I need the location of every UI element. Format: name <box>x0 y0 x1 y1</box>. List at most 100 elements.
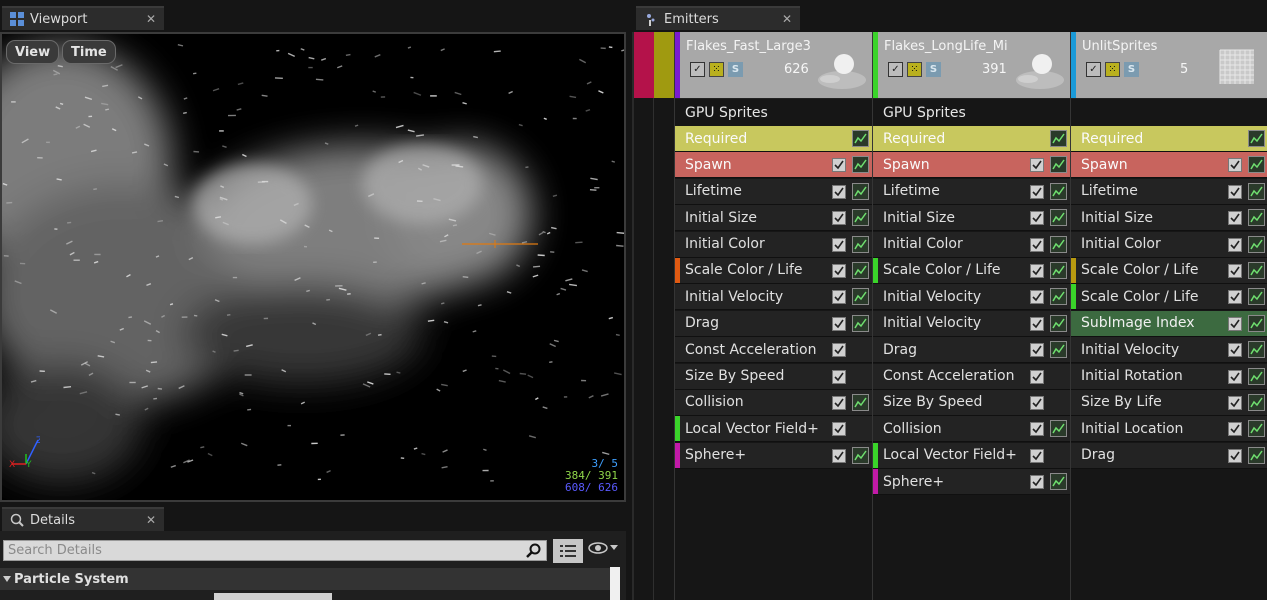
close-icon[interactable]: ✕ <box>782 12 792 26</box>
module-enable-checkbox[interactable] <box>1030 422 1044 437</box>
module-row[interactable]: Collision <box>873 416 1070 443</box>
module-row[interactable]: Local Vector Field+ <box>675 416 872 443</box>
curve-editor-icon[interactable] <box>852 393 869 411</box>
emitter-header[interactable]: Flakes_Fast_Large3 ✓ ⁙ S 626 <box>675 32 872 98</box>
module-row[interactable]: Sphere+ <box>873 469 1070 496</box>
curve-editor-icon[interactable] <box>1248 156 1265 174</box>
tab-viewport[interactable]: Viewport ✕ <box>2 6 164 30</box>
module-enable-checkbox[interactable] <box>1228 395 1242 410</box>
solo-icon[interactable]: ⁙ <box>907 62 922 77</box>
emitter-header[interactable]: Flakes_LongLife_Mi ✓ ⁙ S 391 <box>873 32 1070 98</box>
module-row[interactable]: Spawn <box>873 152 1070 179</box>
module-enable-checkbox[interactable] <box>1030 369 1044 384</box>
curve-editor-icon[interactable] <box>1248 420 1265 438</box>
curve-editor-icon[interactable] <box>1248 182 1265 200</box>
module-enable-checkbox[interactable] <box>1030 158 1044 173</box>
emitter-type-data[interactable]: GPU Sprites <box>873 98 1070 126</box>
module-row[interactable]: Scale Color / Life <box>675 257 872 284</box>
module-enable-checkbox[interactable] <box>1228 158 1242 173</box>
curve-editor-icon[interactable] <box>1050 420 1067 438</box>
module-enable-checkbox[interactable] <box>832 211 846 226</box>
module-enable-checkbox[interactable] <box>1030 184 1044 199</box>
module-row[interactable]: Lifetime <box>873 178 1070 205</box>
module-row[interactable]: Drag <box>1071 442 1267 469</box>
curve-editor-icon[interactable] <box>1248 235 1265 253</box>
module-row[interactable]: Spawn <box>675 152 872 179</box>
curve-editor-icon[interactable] <box>1248 130 1265 147</box>
curve-editor-icon[interactable] <box>1050 209 1067 227</box>
module-enable-checkbox[interactable] <box>1030 448 1044 463</box>
module-row[interactable]: SubImage Index <box>1071 310 1267 337</box>
module-enable-checkbox[interactable] <box>1228 211 1242 226</box>
module-row[interactable]: Scale Color / Life <box>1071 257 1267 284</box>
module-enable-checkbox[interactable] <box>832 422 846 437</box>
scrollbar[interactable] <box>610 567 620 600</box>
module-row[interactable]: Scale Color / Life <box>873 257 1070 284</box>
module-row[interactable]: Initial Velocity <box>873 284 1070 311</box>
curve-editor-icon[interactable] <box>1248 367 1265 385</box>
module-enable-checkbox[interactable] <box>832 237 846 252</box>
curve-editor-icon[interactable] <box>1050 261 1067 279</box>
module-enable-checkbox[interactable] <box>1030 290 1044 305</box>
module-row[interactable]: Initial Location <box>1071 416 1267 443</box>
module-row[interactable]: Size By Life <box>1071 389 1267 416</box>
module-enable-checkbox[interactable] <box>1030 316 1044 331</box>
curve-editor-icon[interactable] <box>1050 130 1067 147</box>
module-row[interactable]: Initial Color <box>1071 231 1267 258</box>
module-enable-checkbox[interactable] <box>1228 343 1242 358</box>
module-enable-checkbox[interactable] <box>1030 211 1044 226</box>
curve-editor-icon[interactable] <box>1050 341 1067 359</box>
curve-editor-icon[interactable] <box>1050 314 1067 332</box>
curve-editor-icon[interactable] <box>852 156 869 174</box>
module-enable-checkbox[interactable] <box>832 290 846 305</box>
module-enable-checkbox[interactable] <box>1030 343 1044 358</box>
search-input[interactable] <box>8 543 518 558</box>
module-row[interactable]: Lifetime <box>675 178 872 205</box>
curve-editor-icon[interactable] <box>1248 393 1265 411</box>
solo-icon[interactable]: ⁙ <box>709 62 724 77</box>
particle-system-section[interactable]: Particle System <box>0 568 610 590</box>
module-row[interactable]: Initial Velocity <box>873 310 1070 337</box>
module-row[interactable]: Spawn <box>1071 152 1267 179</box>
curve-editor-icon[interactable] <box>852 182 869 200</box>
curve-editor-icon[interactable] <box>1248 288 1265 306</box>
view-button[interactable]: View <box>6 40 60 64</box>
curve-editor-icon[interactable] <box>852 130 869 147</box>
module-row[interactable]: Required <box>1071 126 1267 152</box>
module-row[interactable]: Initial Color <box>873 231 1070 258</box>
module-enable-checkbox[interactable] <box>832 263 846 278</box>
module-row[interactable]: Required <box>873 126 1070 152</box>
curve-editor-icon[interactable] <box>852 314 869 332</box>
emitter-type-data[interactable]: GPU Sprites <box>675 98 872 126</box>
module-row[interactable]: Initial Velocity <box>675 284 872 311</box>
module-row[interactable]: Size By Speed <box>675 363 872 390</box>
curve-editor-icon[interactable] <box>1050 288 1067 306</box>
time-button[interactable]: Time <box>62 40 116 64</box>
module-enable-checkbox[interactable] <box>832 369 846 384</box>
module-enable-checkbox[interactable] <box>1228 290 1242 305</box>
module-enable-checkbox[interactable] <box>1228 184 1242 199</box>
search-box[interactable] <box>3 540 547 561</box>
solo-icon[interactable]: ⁙ <box>1105 62 1120 77</box>
curve-editor-icon[interactable] <box>852 261 869 279</box>
curve-editor-icon[interactable] <box>1248 314 1265 332</box>
close-icon[interactable]: ✕ <box>146 513 156 527</box>
module-enable-checkbox[interactable] <box>1228 316 1242 331</box>
search-icon[interactable] <box>526 543 542 563</box>
close-icon[interactable]: ✕ <box>146 12 156 26</box>
emitter-type-data[interactable] <box>1071 98 1267 126</box>
module-row[interactable]: Initial Size <box>1071 205 1267 232</box>
curve-editor-icon[interactable] <box>1248 209 1265 227</box>
visibility-button[interactable] <box>588 541 618 555</box>
curve-editor-icon[interactable] <box>852 446 869 464</box>
module-row[interactable]: Drag <box>675 310 872 337</box>
module-enable-checkbox[interactable] <box>832 316 846 331</box>
module-row[interactable]: Scale Color / Life <box>1071 284 1267 311</box>
module-row[interactable]: Collision <box>675 389 872 416</box>
curve-editor-icon[interactable] <box>1050 182 1067 200</box>
module-row[interactable]: Required <box>675 126 872 152</box>
emitter-header[interactable]: UnlitSprites ✓ ⁙ S 5 <box>1071 32 1267 98</box>
curve-editor-icon[interactable] <box>1050 473 1067 491</box>
curve-editor-icon[interactable] <box>852 288 869 306</box>
module-row[interactable]: Lifetime <box>1071 178 1267 205</box>
